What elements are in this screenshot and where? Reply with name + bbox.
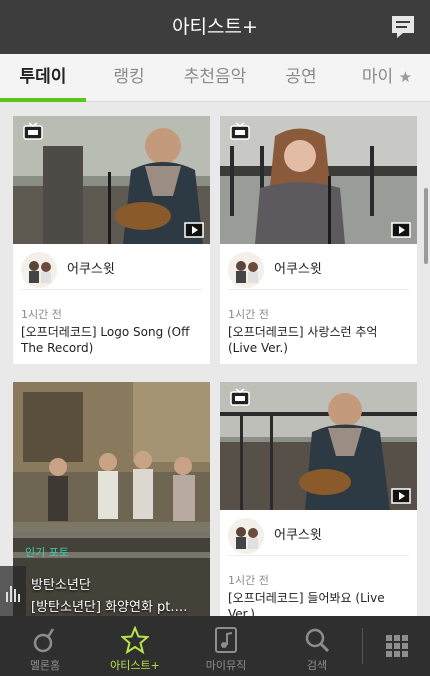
tab-recommended-music[interactable]: 추천음악 xyxy=(172,54,258,102)
app-header: 아티스트+ xyxy=(0,0,430,54)
avatar xyxy=(228,518,264,554)
post-time: 1시간 전 xyxy=(21,308,62,321)
artist-name: 어쿠스윗 xyxy=(274,262,322,277)
photo-card[interactable]: 인기 포토 방탄소년단 [방탄소년단] 화양연화 pt.… xyxy=(13,382,210,616)
star-icon xyxy=(121,626,149,654)
avatar xyxy=(228,252,264,288)
video-card[interactable]: 어쿠스윗 1시간 전 [오프더레코드] Logo Song (Off The R… xyxy=(13,116,210,364)
chat-bubble-icon[interactable] xyxy=(388,12,418,42)
tab-concerts[interactable]: 공연 xyxy=(258,54,344,102)
artist-name: 어쿠스윗 xyxy=(274,528,322,543)
play-icon xyxy=(391,488,411,504)
nav-artist-plus[interactable]: 아티스트+ xyxy=(90,616,180,676)
grid-menu-icon xyxy=(386,635,408,657)
video-card[interactable]: 어쿠스윗 1시간 전 [오프더레코드] 들어봐요 (Live Ver.) xyxy=(220,382,417,616)
tv-icon xyxy=(230,388,250,406)
play-icon xyxy=(184,222,204,238)
nav-melon-home[interactable]: 멜론홈 xyxy=(0,616,90,676)
melon-note-icon xyxy=(33,628,55,653)
post-time: 1시간 전 xyxy=(228,574,269,587)
page-title: 아티스트+ xyxy=(172,16,258,38)
photo-title[interactable]: [방탄소년단] 화양연화 pt.… xyxy=(31,596,188,615)
photo-category-label: 인기 포토 xyxy=(25,546,69,559)
play-icon xyxy=(391,222,411,238)
artist-name: 어쿠스윗 xyxy=(67,262,115,277)
scrollbar[interactable] xyxy=(424,188,428,264)
nav-divider xyxy=(362,628,363,664)
today-feed: 어쿠스윗 1시간 전 [오프더레코드] Logo Song (Off The R… xyxy=(0,102,430,616)
tab-my[interactable]: 마이 ★ xyxy=(344,54,430,102)
tv-icon xyxy=(23,122,43,140)
mini-player-handle[interactable] xyxy=(0,566,26,616)
artist-row[interactable]: 어쿠스윗 xyxy=(228,250,409,290)
video-thumbnail[interactable] xyxy=(220,382,417,510)
search-icon xyxy=(305,628,330,653)
artist-row[interactable]: 어쿠스윗 xyxy=(21,250,202,290)
photo-artist: 방탄소년단 xyxy=(31,578,91,593)
nav-menu[interactable] xyxy=(364,616,430,676)
video-title[interactable]: [오프더레코드] 사랑스런 추억 (Live Ver.) xyxy=(228,324,409,356)
tab-today[interactable]: 투데이 xyxy=(0,54,86,102)
avatar xyxy=(21,252,57,288)
video-title[interactable]: [오프더레코드] Logo Song (Off The Record) xyxy=(21,324,202,356)
bottom-navigation: 멜론홈 아티스트+ 마이뮤직 검색 xyxy=(0,616,430,676)
tab-bar: 투데이 랭킹 추천음악 공연 마이 ★ xyxy=(0,54,430,102)
nav-search[interactable]: 검색 xyxy=(272,616,362,676)
tv-icon xyxy=(230,122,250,140)
video-thumbnail[interactable] xyxy=(13,116,210,244)
video-thumbnail[interactable] xyxy=(220,116,417,244)
artist-row[interactable]: 어쿠스윗 xyxy=(228,516,409,556)
star-icon: ★ xyxy=(398,68,413,86)
tab-ranking[interactable]: 랭킹 xyxy=(86,54,172,102)
post-time: 1시간 전 xyxy=(228,308,269,321)
equalizer-icon xyxy=(6,586,20,602)
nav-my-music[interactable]: 마이뮤직 xyxy=(180,616,272,676)
music-file-icon xyxy=(215,627,237,653)
video-card[interactable]: 어쿠스윗 1시간 전 [오프더레코드] 사랑스런 추억 (Live Ver.) xyxy=(220,116,417,364)
video-title[interactable]: [오프더레코드] 들어봐요 (Live Ver.) xyxy=(228,590,409,616)
